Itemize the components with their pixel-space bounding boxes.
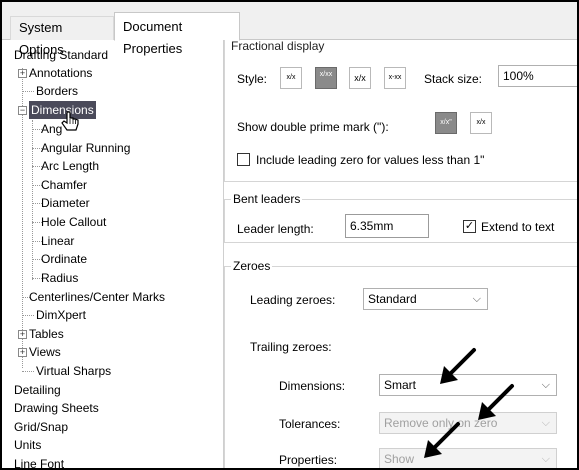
leading-zeroes-select[interactable]: Standard ⌵ [363,288,488,310]
bent-leaders-group: Bent leaders Leader length: 6.35mm ✓ Ext… [224,192,577,243]
stack-size-value: 100% [503,69,534,83]
trailing-tolerances-label: Tolerances: [279,417,341,431]
tree-item-angular-running[interactable]: Angular Running [41,139,130,157]
style-button-diagonal[interactable]: x/x [349,67,371,89]
chevron-down-icon: ⌵ [472,293,481,305]
fractional-display-title: Fractional display [231,39,325,53]
tree-item-hole-callout[interactable]: Hole Callout [41,213,106,231]
tree-item-dimxpert[interactable]: DimXpert [36,306,86,324]
trailing-properties-label: Properties: [279,453,338,467]
style-diagonal-text: x/x [354,73,366,83]
expand-icon[interactable]: + [18,348,27,357]
style-label: Style: [237,72,268,86]
callout-arrow-icon [478,384,514,420]
tree-item-drafting-standard[interactable]: Drafting Standard [14,46,108,64]
callout-arrow-icon [424,422,460,458]
tree-item-radius[interactable]: Radius [41,269,78,287]
tree-item-detailing[interactable]: Detailing [14,381,61,399]
leading-zero-checkbox[interactable] [237,153,250,166]
collapse-icon[interactable]: − [18,106,27,115]
tab-document-properties[interactable]: Document Properties [114,12,240,56]
zeroes-group: Zeroes Leading zeroes: Standard ⌵ Traili… [224,259,577,468]
callout-arrow-icon [440,348,476,384]
tree-item-linear[interactable]: Linear [41,232,74,250]
leading-zeroes-label: Leading zeroes: [250,293,336,307]
leader-length-label: Leader length: [237,222,314,236]
style-button-stacked[interactable]: x/xx [315,67,337,89]
expand-icon[interactable]: + [18,69,27,78]
tree-connector [22,315,34,316]
tree-item-arc-length[interactable]: Arc Length [41,157,99,175]
tree-item-borders[interactable]: Borders [36,82,78,100]
trailing-zeroes-label: Trailing zeroes: [250,340,332,354]
style-stacked-text: x/xx [319,71,333,78]
tree-item-virtual-sharps[interactable]: Virtual Sharps [36,362,111,380]
zeroes-title: Zeroes [231,259,273,273]
tree-item-grid-snap[interactable]: Grid/Snap [14,418,68,436]
style-inline-text: x/x [286,74,296,81]
trailing-tolerances-select[interactable]: Remove only on zero ⌵ [379,412,557,434]
tree-item-ordinate[interactable]: Ordinate [41,250,87,268]
tree-item-views[interactable]: Views [29,343,61,361]
double-prime-on-button[interactable]: x/x" [435,112,457,134]
tree-connector [22,371,34,372]
tree-item-diameter[interactable]: Diameter [41,194,90,212]
chevron-down-icon: ⌵ [541,417,550,429]
tree-item-drawing-sheets[interactable]: Drawing Sheets [14,399,99,417]
extend-to-text-checkbox[interactable]: ✓ [463,220,476,233]
tree-item-chamfer[interactable]: Chamfer [41,176,87,194]
stack-size-select[interactable]: 100% [498,65,577,87]
tab-system-options[interactable]: System Options [10,16,114,57]
trailing-dimensions-value: Smart [384,378,417,392]
leader-length-value: 6.35mm [350,219,394,233]
document-properties-window: System Options Document Properties Draft… [0,0,579,470]
tree-item-centerlines[interactable]: Centerlines/Center Marks [29,288,165,306]
trailing-properties-select[interactable]: Show ⌵ [379,448,557,468]
tree-item-line-font[interactable]: Line Font [14,455,64,468]
tree-item-units[interactable]: Units [14,436,41,454]
double-prime-off-text: x/x [476,119,486,126]
fractional-display-group: Fractional display Style: x/x x/xx x/x x… [224,39,577,182]
leading-zeroes-value: Standard [368,292,417,306]
double-prime-off-button[interactable]: x/x [470,112,492,134]
leading-zero-label: Include leading zero for values less tha… [256,153,485,167]
style-hyphen-text: x-xx [388,74,402,81]
tree-connector [22,91,34,92]
bent-leaders-title: Bent leaders [231,192,303,206]
chevron-down-icon: ⌵ [541,453,550,465]
leader-length-input[interactable]: 6.35mm [345,214,429,238]
tab-bar: System Options Document Properties [2,2,577,57]
style-button-hyphen[interactable]: x-xx [384,67,406,89]
style-button-inline[interactable]: x/x [280,67,302,89]
dimension-settings-pane: Fractional display Style: x/x x/xx x/x x… [224,39,577,468]
trailing-dimensions-label: Dimensions: [279,379,346,393]
tree-connector [32,120,33,280]
stack-size-label: Stack size: [424,72,483,86]
extend-to-text-label: Extend to text [481,220,555,234]
hand-cursor-icon [61,111,79,131]
properties-tree: Drafting Standard + Annotations Borders … [14,42,219,468]
tree-item-annotations[interactable]: Annotations [29,64,92,82]
trailing-properties-value: Show [384,452,415,466]
chevron-down-icon: ⌵ [541,379,550,391]
double-prime-label: Show double prime mark ("): [237,120,389,134]
expand-icon[interactable]: + [18,330,27,339]
double-prime-on-text: x/x" [440,119,452,126]
tree-item-tables[interactable]: Tables [29,325,64,343]
